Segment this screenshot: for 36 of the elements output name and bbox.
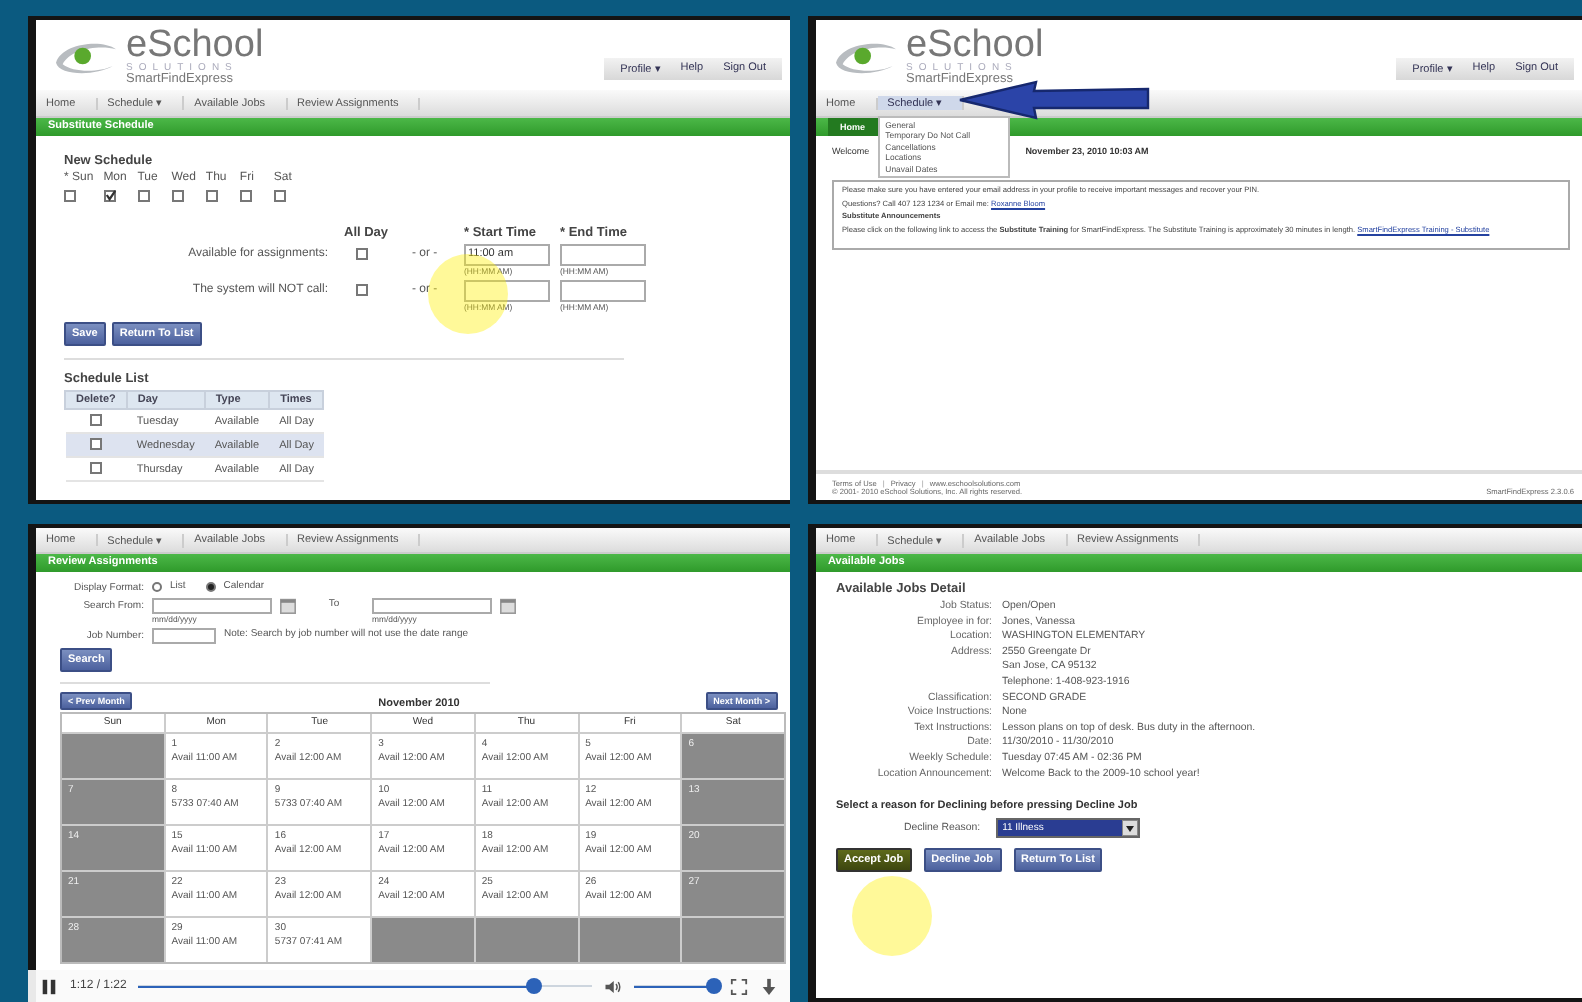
fullscreen-icon[interactable] bbox=[730, 977, 748, 995]
slider-thumb[interactable] bbox=[705, 978, 722, 994]
checkbox[interactable] bbox=[64, 190, 76, 202]
calendar-icon[interactable] bbox=[280, 598, 296, 614]
download-icon[interactable] bbox=[760, 977, 778, 995]
checkbox[interactable] bbox=[273, 190, 286, 202]
checkbox[interactable] bbox=[239, 190, 252, 202]
calendar-cell bbox=[372, 918, 474, 962]
calendar-icon[interactable] bbox=[500, 598, 516, 614]
checkbox[interactable] bbox=[356, 248, 368, 260]
checkbox[interactable] bbox=[89, 437, 102, 449]
highlight-circle bbox=[428, 254, 508, 334]
highlight-circle bbox=[852, 876, 932, 956]
calendar-cell bbox=[579, 918, 681, 962]
time-field[interactable] bbox=[464, 280, 550, 302]
checkbox[interactable] bbox=[89, 413, 102, 425]
radio-button[interactable] bbox=[205, 582, 216, 592]
calendar-cell bbox=[475, 918, 578, 962]
time-field[interactable] bbox=[560, 244, 646, 266]
logo-title: eSchool bbox=[126, 25, 264, 64]
slider-thumb[interactable] bbox=[525, 978, 542, 994]
checkbox[interactable] bbox=[205, 190, 218, 202]
logo-title: eSchool bbox=[906, 25, 1044, 64]
time-field[interactable] bbox=[560, 280, 646, 302]
date-field[interactable] bbox=[372, 598, 492, 614]
pause-icon[interactable] bbox=[40, 977, 58, 995]
volume-icon[interactable] bbox=[604, 977, 622, 995]
checkbox[interactable] bbox=[137, 190, 150, 202]
checkbox[interactable] bbox=[89, 461, 102, 473]
checkbox[interactable] bbox=[356, 284, 368, 296]
checkbox[interactable] bbox=[103, 190, 116, 202]
caret-icon[interactable] bbox=[1122, 819, 1139, 836]
job-number-field[interactable] bbox=[152, 628, 216, 644]
radio-button[interactable] bbox=[152, 582, 162, 592]
checkbox[interactable] bbox=[171, 190, 184, 202]
date-field[interactable] bbox=[152, 598, 272, 614]
